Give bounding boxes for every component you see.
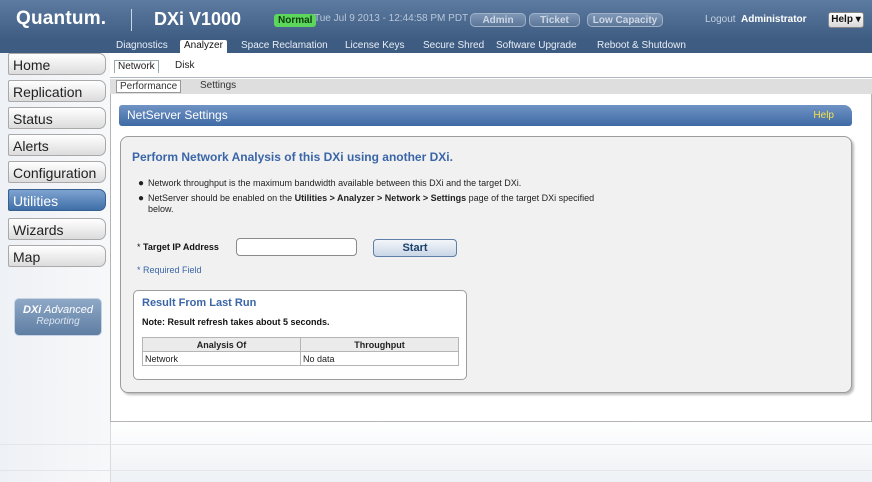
tab-network[interactable]: Network (114, 60, 159, 73)
sidebar-item-home[interactable]: Home (8, 53, 106, 75)
admin-pill[interactable]: Admin (470, 13, 526, 27)
menu-license-keys[interactable]: License Keys (345, 40, 404, 53)
system-datetime: Tue Jul 9 2013 - 12:44:58 PM PDT (314, 13, 469, 24)
bullet-text-path: Utilities > Analyzer > Network > Setting… (294, 193, 467, 203)
result-note: Note: Result refresh takes about 5 secon… (142, 317, 330, 327)
sidebar-item-status[interactable]: Status (8, 107, 106, 129)
table-header-row: Analysis Of Throughput (142, 337, 459, 352)
reporting-label-1: Advanced (41, 304, 93, 316)
reporting-brand: DXi (23, 304, 42, 316)
menu-software-upgrade[interactable]: Software Upgrade (496, 40, 577, 53)
tab-performance[interactable]: Performance (116, 80, 182, 93)
target-ip-label: * Target IP Address (137, 242, 219, 252)
bullet-icon: ● (138, 193, 145, 204)
table-row: Network No data (142, 351, 459, 366)
sidebar-item-replication[interactable]: Replication (8, 80, 106, 102)
menu-secure-shred[interactable]: Secure Shred (423, 40, 484, 53)
bullet-icon: ● (138, 178, 145, 189)
column-header: Throughput (300, 337, 459, 352)
result-box: Result From Last Run Note: Result refres… (133, 290, 467, 380)
menu-analyzer[interactable]: Analyzer (180, 40, 227, 53)
panel-title: NetServer Settings (127, 108, 228, 122)
system-model: DXi V1000 (154, 9, 242, 29)
table-cell: Network (142, 351, 301, 366)
reporting-label-2: Reporting (36, 316, 80, 327)
panel-header: NetServer Settings Help (119, 105, 852, 126)
top-banner: Quantum. DXi V1000 Normal Tue Jul 9 2013… (0, 0, 872, 40)
sidebar-item-alerts[interactable]: Alerts (8, 134, 106, 156)
sidebar-item-wizards[interactable]: Wizards (8, 218, 106, 240)
sidebar-item-configuration[interactable]: Configuration (8, 161, 106, 183)
target-ip-label-text: Target IP Address (143, 242, 219, 252)
section-title: Perform Network Analysis of this DXi usi… (132, 150, 453, 164)
help-menu-button[interactable]: Help ▾ (828, 12, 864, 28)
tab-disk[interactable]: Disk (172, 60, 197, 73)
sidebar-item-utilities[interactable]: Utilities (8, 189, 106, 211)
divider-line (0, 444, 872, 445)
list-item: ● Network throughput is the maximum band… (138, 178, 608, 189)
table-cell: No data (300, 351, 459, 366)
ticket-pill[interactable]: Ticket (529, 13, 580, 27)
menu-reboot-shutdown[interactable]: Reboot & Shutdown (597, 40, 686, 53)
bullet-text-pre: NetServer should be enabled on the (148, 193, 295, 203)
logo-divider (131, 9, 132, 31)
bullet-text: Network throughput is the maximum bandwi… (148, 178, 522, 188)
tab-settings[interactable]: Settings (197, 80, 239, 93)
logout-link[interactable]: Logout (705, 14, 736, 25)
network-analysis-panel: Perform Network Analysis of this DXi usi… (120, 136, 852, 393)
column-header: Analysis Of (142, 337, 301, 352)
quantum-logo: Quantum. (16, 8, 107, 29)
required-field-note: * Required Field (137, 265, 202, 275)
result-table: Analysis Of Throughput Network No data (142, 337, 459, 366)
dxi-advanced-reporting-button[interactable]: DXi Advanced Reporting (14, 298, 102, 336)
sub-tabs: Network Disk (110, 53, 872, 78)
sidebar: Home Replication Status Alerts Configura… (0, 53, 110, 482)
list-item: ● NetServer should be enabled on the Uti… (138, 193, 608, 215)
sidebar-item-map[interactable]: Map (8, 245, 106, 267)
help-link[interactable]: Help (813, 105, 834, 126)
current-user: Administrator (741, 14, 807, 25)
target-ip-input[interactable] (236, 238, 357, 256)
status-badge[interactable]: Normal (274, 14, 317, 27)
footer-band (110, 422, 872, 482)
top-menu: Diagnostics Analyzer Space Reclamation L… (0, 40, 872, 53)
divider-line (0, 470, 872, 471)
low-capacity-pill[interactable]: Low Capacity (587, 13, 663, 27)
menu-diagnostics[interactable]: Diagnostics (116, 40, 168, 53)
menu-space-reclamation[interactable]: Space Reclamation (241, 40, 328, 53)
start-button[interactable]: Start (373, 239, 457, 257)
result-title: Result From Last Run (142, 297, 257, 309)
sub-sub-tabs: Performance Settings (110, 79, 872, 94)
